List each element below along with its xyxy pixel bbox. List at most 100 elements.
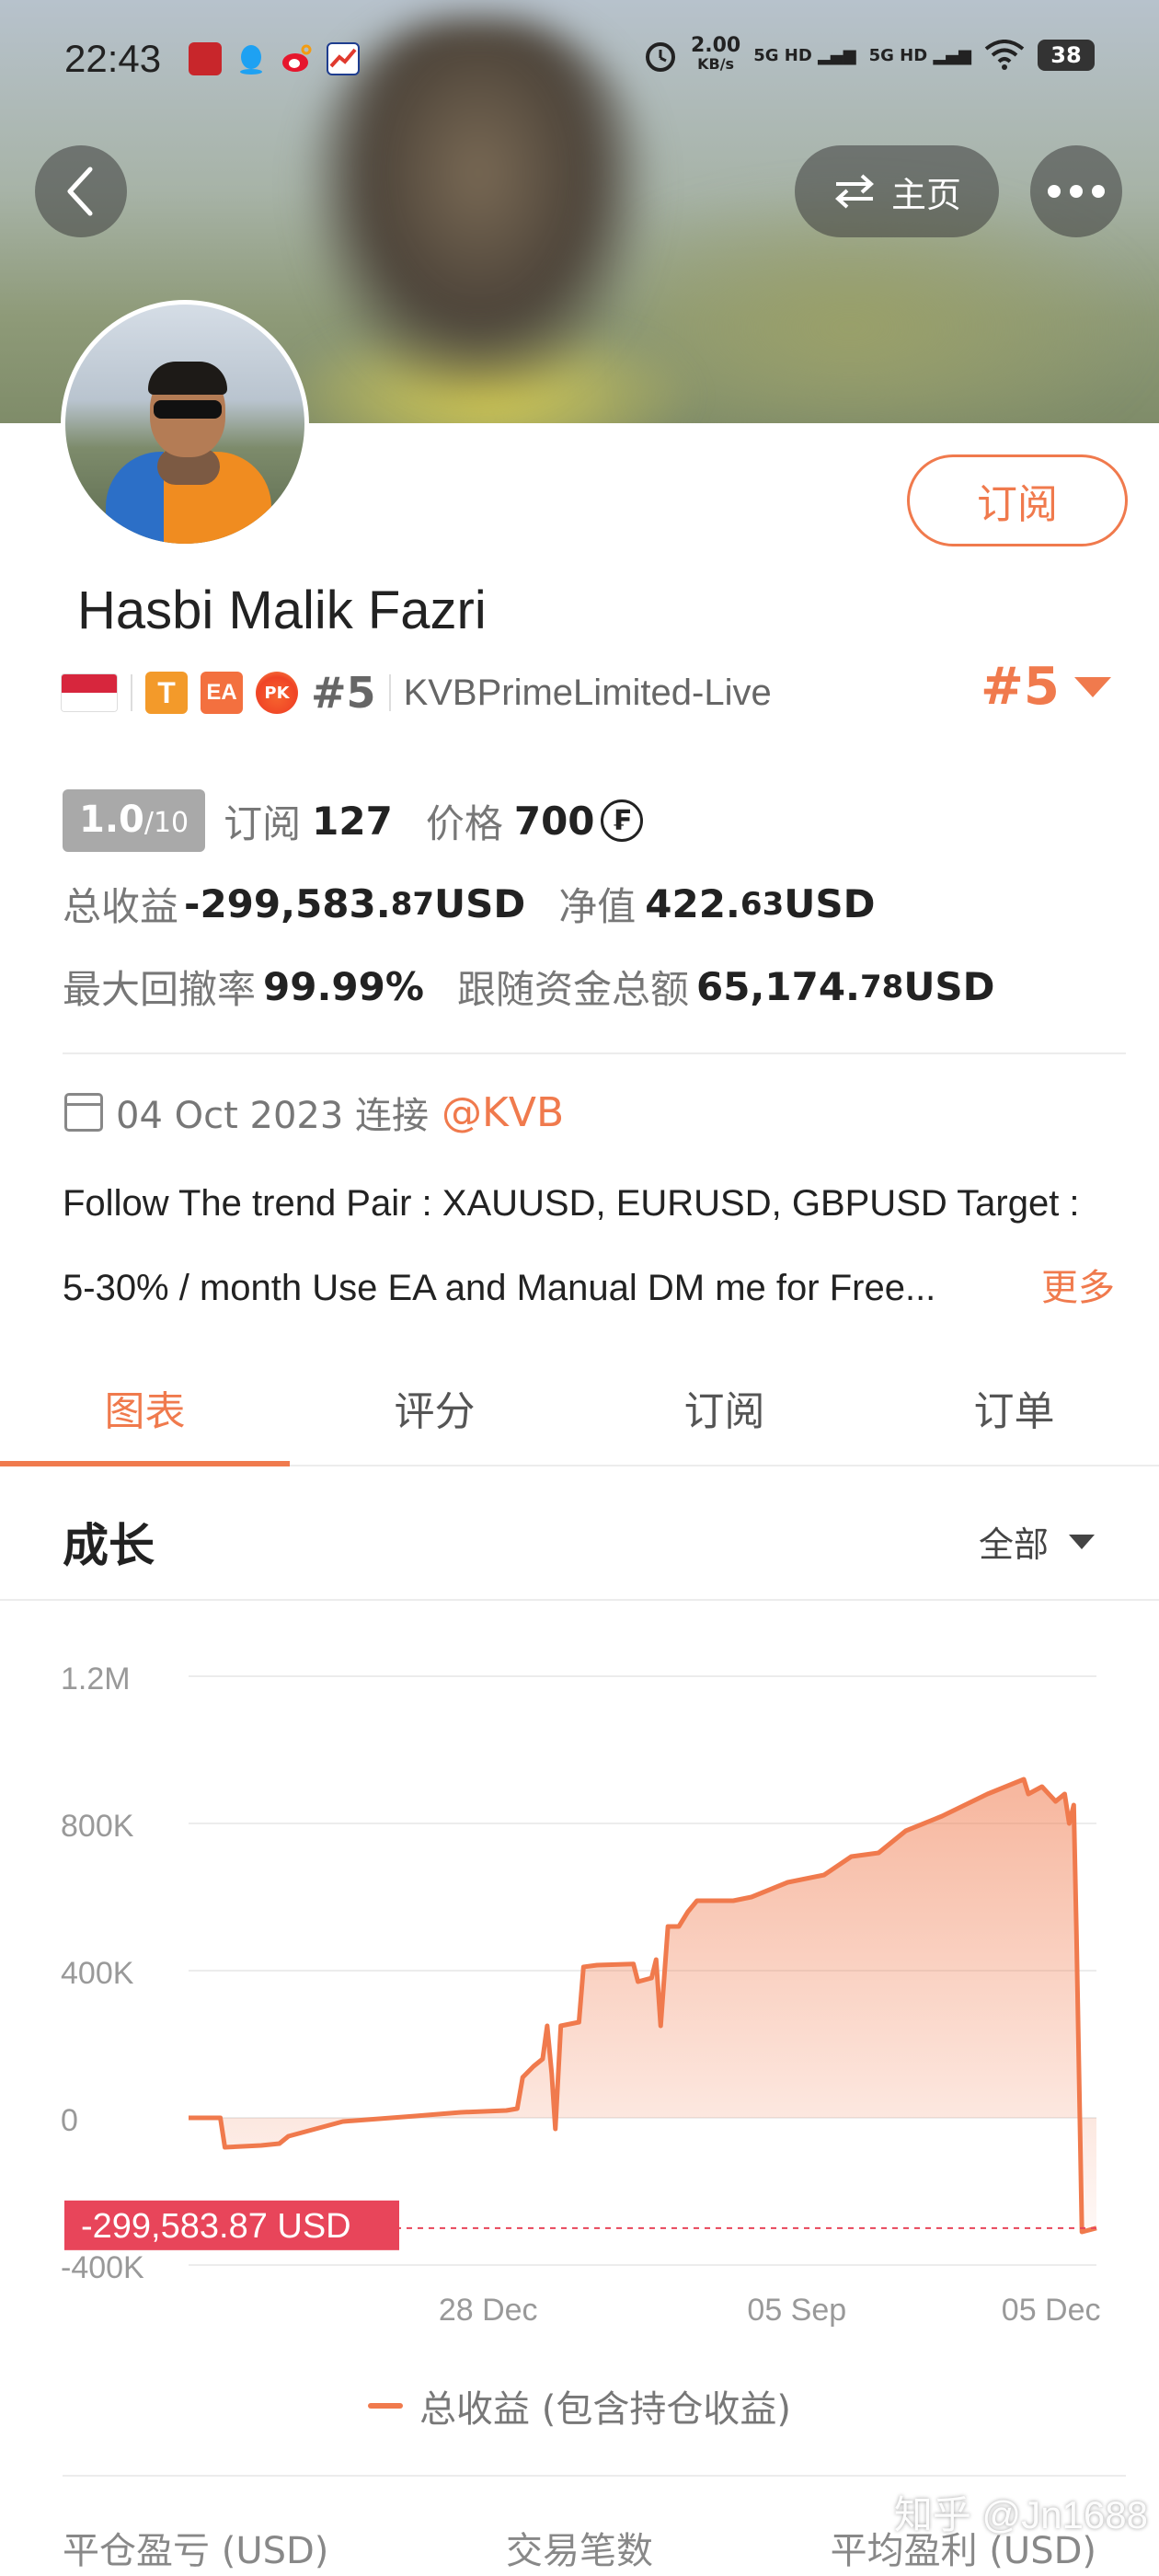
y-tick-label: 1.2M (61, 1662, 131, 1696)
y-tick-label: 0 (61, 2103, 78, 2138)
stats-row-3: 最大回撤率 99.99% 跟随资金总额 65,174. 78 USD (63, 959, 995, 1015)
more-dot-icon (1092, 185, 1105, 198)
net-value-label: 净值 (558, 884, 637, 929)
divider (63, 2475, 1126, 2477)
price-value: 700 (513, 798, 595, 844)
tab-subscriptions[interactable]: 订阅 (580, 1356, 869, 1465)
divider (131, 674, 132, 711)
trader-name: Hasbi Malik Fazri (77, 581, 487, 640)
drawdown-label: 最大回撤率 (63, 967, 257, 1012)
follow-funds-unit: USD (903, 964, 995, 1009)
total-profit-decimals: 87 (390, 885, 435, 923)
trading-app-icon (327, 42, 360, 75)
drawdown-value: 99.99% (263, 964, 424, 1009)
more-link[interactable]: 更多 (1027, 1246, 1115, 1330)
swap-icon (834, 174, 874, 209)
description-line-1: Follow The trend Pair : XAUUSD, EURUSD, … (63, 1183, 1080, 1224)
net-value-main: 422. (645, 881, 740, 926)
subscribe-count: 127 (312, 798, 393, 844)
stats-row-2: 总收益 -299,583. 87 USD 净值 422. 63 USD (63, 876, 875, 932)
y-tick-label: 400K (61, 1956, 134, 1991)
strategy-description: Follow The trend Pair : XAUUSD, EURUSD, … (63, 1161, 1130, 1330)
triangle-down-icon (1069, 1534, 1095, 1549)
qq-icon (235, 42, 268, 75)
broker-link[interactable]: @KVB (442, 1089, 564, 1136)
tab-bar: 图表 评分 订阅 订单 (0, 1356, 1159, 1466)
follow-funds-main: 65,174. (695, 964, 860, 1009)
rank-small: #5 (311, 668, 376, 718)
signal-1: 5G HD ▂▄▆ (753, 45, 856, 65)
total-profit-main: -299,583. (184, 881, 391, 926)
coin-icon: ₣ (600, 799, 643, 842)
y-tick-label: 800K (61, 1809, 134, 1844)
subscribe-count-label: 订阅 (224, 800, 302, 846)
watermark: 知乎 @Jn1688 (893, 2493, 1148, 2536)
calendar-icon (64, 1093, 103, 1132)
growth-chart[interactable]: 1.2M 800K 400K 0 -400K -299,583.87 USD 28 Dec 0… (0, 1603, 1159, 2357)
net-speed: 2.00 KB/s (690, 34, 741, 74)
x-tick-label: 28 Dec (439, 2293, 538, 2328)
tag-t-badge: T (145, 672, 188, 714)
chart-legend: 总收益 (包含持仓收益) (0, 2379, 1159, 2432)
total-profit-unit: USD (434, 881, 526, 926)
signal-2: 5G HD ▂▄▆ (868, 45, 971, 65)
signal-bars-icon: ▂▄▆ (933, 45, 971, 65)
current-value-label: -299,583.87 USD (81, 2207, 351, 2246)
subscribe-button[interactable]: 订阅 (907, 454, 1128, 546)
legend-label: 总收益 (包含持仓收益) (419, 2388, 791, 2431)
range-filter-label: 全部 (978, 1524, 1049, 1565)
divider (388, 674, 391, 711)
trade-count-label: 交易笔数 (506, 2530, 653, 2572)
closed-pnl-label: 平仓盈亏 (USD) (63, 2530, 329, 2572)
legend-swatch (368, 2403, 404, 2409)
status-bar: 22:43 2.00 KB/s 5G HD ▂▄▆ 5G HD ▂▄▆ 38 (0, 0, 1159, 125)
bank-app-icon (189, 42, 222, 75)
total-profit-label: 总收益 (63, 884, 179, 929)
triangle-down-icon (1073, 676, 1111, 697)
growth-header: 成长 全部 (0, 1468, 1159, 1601)
growth-title: 成长 (63, 1519, 155, 1572)
follow-funds-label: 跟随资金总额 (456, 967, 689, 1012)
signal-bars-icon: ▂▄▆ (818, 45, 856, 65)
back-button[interactable] (35, 145, 127, 237)
net-speed-value: 2.00 (690, 34, 741, 57)
x-tick-label: 05 Dec (1002, 2293, 1101, 2328)
tab-orders[interactable]: 订单 (869, 1356, 1159, 1465)
tab-rating[interactable]: 评分 (290, 1356, 580, 1465)
home-button[interactable]: 主页 (795, 145, 999, 237)
battery-indicator: 38 (1038, 40, 1095, 71)
stats-row-1: 1.0/10 订阅 127 价格 700 ₣ (63, 789, 643, 852)
y-tick-label: -400K (61, 2250, 144, 2285)
leverage-badge: 1.0/10 (63, 789, 206, 852)
joined-date: 04 Oct 2023 连接 (116, 1095, 429, 1137)
net-speed-unit: KB/s (697, 55, 735, 73)
status-app-icons (189, 42, 360, 75)
tab-chart[interactable]: 图表 (0, 1356, 290, 1466)
more-options-button[interactable] (1030, 145, 1122, 237)
tag-ea-badge: EA (201, 672, 243, 714)
weibo-icon (281, 42, 314, 75)
net-value-decimals: 63 (740, 885, 785, 923)
follow-funds-decimals: 78 (860, 968, 904, 1006)
growth-area (189, 1779, 1096, 2232)
more-dot-icon (1070, 185, 1083, 198)
chevron-left-icon (67, 167, 93, 216)
alarm-icon (645, 42, 675, 72)
broker-name[interactable]: KVBPrimeLimited-Live (404, 673, 772, 714)
growth-chart-svg[interactable]: 1.2M 800K 400K 0 -400K -299,583.87 USD 28 Dec 0… (0, 1603, 1159, 2357)
home-button-label: 主页 (890, 174, 961, 215)
trader-tags: T EA PK #5 KVBPrimeLimited-Live (61, 662, 772, 723)
status-time: 22:43 (64, 37, 162, 80)
price-label: 价格 (425, 800, 503, 846)
rank-dropdown[interactable]: #5 (981, 657, 1111, 717)
status-indicators: 2.00 KB/s 5G HD ▂▄▆ 5G HD ▂▄▆ 38 (643, 34, 1095, 74)
divider (63, 1052, 1126, 1054)
description-line-2: 5-30% / month Use EA and Manual DM me fo… (63, 1268, 936, 1308)
range-filter-dropdown[interactable]: 全部 (979, 1516, 1095, 1567)
x-tick-label: 05 Sep (747, 2293, 846, 2328)
joined-info: 04 Oct 2023 连接 @KVB (64, 1086, 564, 1139)
net-value-unit: USD (784, 881, 876, 926)
rank-big-label: #5 (981, 657, 1060, 717)
avatar[interactable] (61, 300, 309, 548)
more-dot-icon (1048, 185, 1061, 198)
